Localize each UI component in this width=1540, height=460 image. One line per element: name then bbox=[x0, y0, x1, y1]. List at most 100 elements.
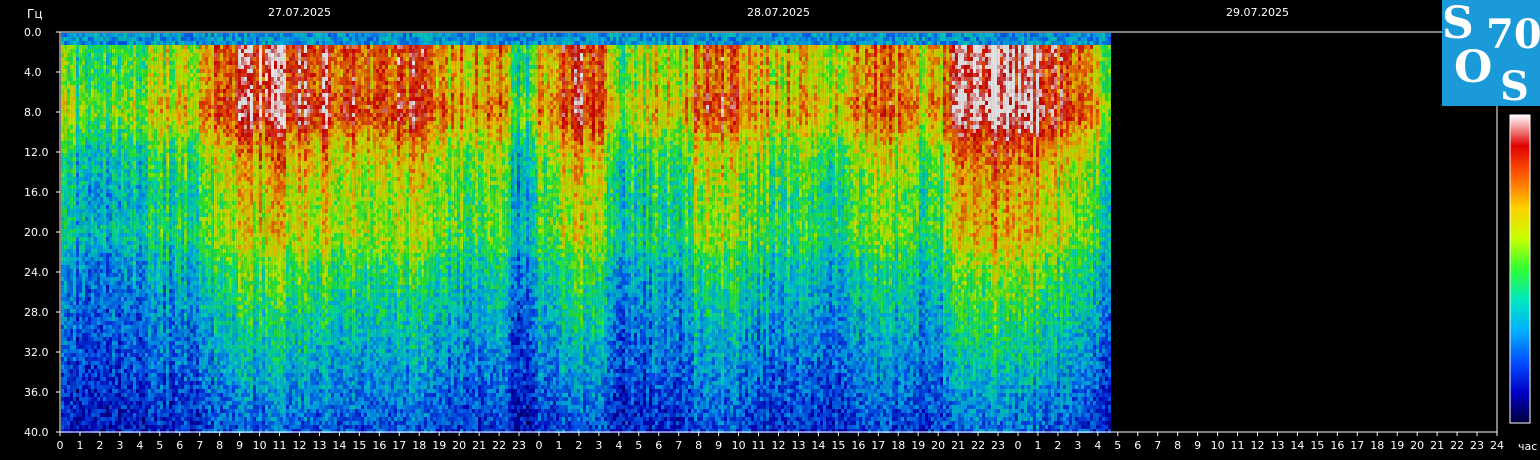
heatmap-cell bbox=[151, 141, 154, 145]
heatmap-cell bbox=[136, 237, 139, 241]
heatmap-cell bbox=[103, 241, 106, 245]
heatmap-cell bbox=[70, 413, 73, 417]
heatmap-cell bbox=[118, 45, 121, 49]
heatmap-cell bbox=[130, 217, 133, 221]
heatmap-cell bbox=[94, 233, 97, 237]
heatmap-cell bbox=[124, 269, 127, 273]
heatmap-cell bbox=[61, 73, 64, 77]
heatmap-cell bbox=[139, 177, 142, 181]
heatmap-cell bbox=[148, 361, 151, 365]
heatmap-cell bbox=[130, 57, 133, 61]
heatmap-cell bbox=[142, 229, 145, 233]
heatmap-cell bbox=[151, 361, 154, 365]
heatmap-cell bbox=[130, 69, 133, 73]
heatmap-cell bbox=[109, 69, 112, 73]
heatmap-cell bbox=[61, 301, 64, 305]
heatmap-cell bbox=[100, 321, 103, 325]
heatmap-cell bbox=[91, 217, 94, 221]
heatmap-cell bbox=[124, 313, 127, 317]
heatmap-cell bbox=[97, 373, 100, 377]
heatmap-cell bbox=[61, 237, 64, 241]
heatmap-cell bbox=[109, 137, 112, 141]
heatmap-cell bbox=[91, 281, 94, 285]
heatmap-cell bbox=[127, 229, 130, 233]
heatmap-cell bbox=[130, 81, 133, 85]
heatmap-cell bbox=[70, 237, 73, 241]
heatmap-cell bbox=[76, 81, 79, 85]
heatmap-cell bbox=[73, 73, 76, 77]
heatmap-cell bbox=[97, 157, 100, 161]
heatmap-cell bbox=[106, 277, 109, 281]
heatmap-cell bbox=[139, 361, 142, 365]
heatmap-cell bbox=[79, 345, 82, 349]
heatmap-cell bbox=[100, 209, 103, 213]
heatmap-cell bbox=[136, 193, 139, 197]
heatmap-cell bbox=[76, 425, 79, 429]
heatmap-cell bbox=[76, 33, 79, 37]
heatmap-cell bbox=[91, 229, 94, 233]
heatmap-cell bbox=[103, 309, 106, 313]
heatmap-cell bbox=[130, 273, 133, 277]
heatmap-cell bbox=[115, 157, 118, 161]
heatmap-cell bbox=[79, 333, 82, 337]
heatmap-cell bbox=[103, 341, 106, 345]
heatmap-cell bbox=[154, 289, 157, 293]
heatmap-cell bbox=[91, 341, 94, 345]
heatmap-cell bbox=[103, 373, 106, 377]
heatmap-cell bbox=[124, 81, 127, 85]
heatmap-cell bbox=[142, 237, 145, 241]
heatmap-cell bbox=[97, 349, 100, 353]
heatmap-cell bbox=[100, 233, 103, 237]
heatmap-cell bbox=[100, 229, 103, 233]
heatmap-cell bbox=[70, 369, 73, 373]
heatmap-cell bbox=[61, 405, 64, 409]
heatmap-cell bbox=[73, 229, 76, 233]
heatmap-cell bbox=[133, 253, 136, 257]
heatmap-cell bbox=[100, 185, 103, 189]
heatmap-cell bbox=[106, 149, 109, 153]
heatmap-cell bbox=[97, 393, 100, 397]
heatmap-cell bbox=[97, 77, 100, 81]
heatmap-cell bbox=[91, 233, 94, 237]
heatmap-cell bbox=[79, 353, 82, 357]
heatmap-cell bbox=[136, 249, 139, 253]
heatmap-cell bbox=[115, 73, 118, 77]
heatmap-cell bbox=[139, 249, 142, 253]
heatmap-cell bbox=[115, 117, 118, 121]
heatmap-cell bbox=[73, 109, 76, 113]
heatmap-cell bbox=[118, 173, 121, 177]
heatmap-cell bbox=[139, 329, 142, 333]
heatmap-cell bbox=[121, 81, 124, 85]
heatmap-cell bbox=[151, 69, 154, 73]
heatmap-cell bbox=[94, 369, 97, 373]
heatmap-cell bbox=[64, 117, 67, 121]
heatmap-cell bbox=[70, 225, 73, 229]
heatmap-cell bbox=[136, 285, 139, 289]
heatmap-cell bbox=[124, 293, 127, 297]
heatmap-cell bbox=[142, 105, 145, 109]
heatmap-cell bbox=[151, 105, 154, 109]
heatmap-cell bbox=[70, 289, 73, 293]
heatmap-cell bbox=[148, 333, 151, 337]
heatmap-cell bbox=[112, 293, 115, 297]
heatmap-cell bbox=[67, 217, 70, 221]
heatmap-cell bbox=[94, 421, 97, 425]
heatmap-cell bbox=[139, 333, 142, 337]
heatmap-cell bbox=[73, 57, 76, 61]
heatmap-cell bbox=[139, 201, 142, 205]
heatmap-cell bbox=[136, 357, 139, 361]
heatmap-cell bbox=[121, 45, 124, 49]
heatmap-cell bbox=[61, 241, 64, 245]
heatmap-cell bbox=[82, 377, 85, 381]
heatmap-cell bbox=[127, 185, 130, 189]
heatmap-cell bbox=[154, 353, 157, 357]
heatmap-cell bbox=[145, 181, 148, 185]
heatmap-cell bbox=[91, 377, 94, 381]
heatmap-cell bbox=[118, 289, 121, 293]
heatmap-cell bbox=[124, 245, 127, 249]
heatmap-cell bbox=[88, 261, 91, 265]
heatmap-cell bbox=[88, 357, 91, 361]
heatmap-cell bbox=[76, 385, 79, 389]
heatmap-cell bbox=[73, 373, 76, 377]
heatmap-cell bbox=[124, 341, 127, 345]
